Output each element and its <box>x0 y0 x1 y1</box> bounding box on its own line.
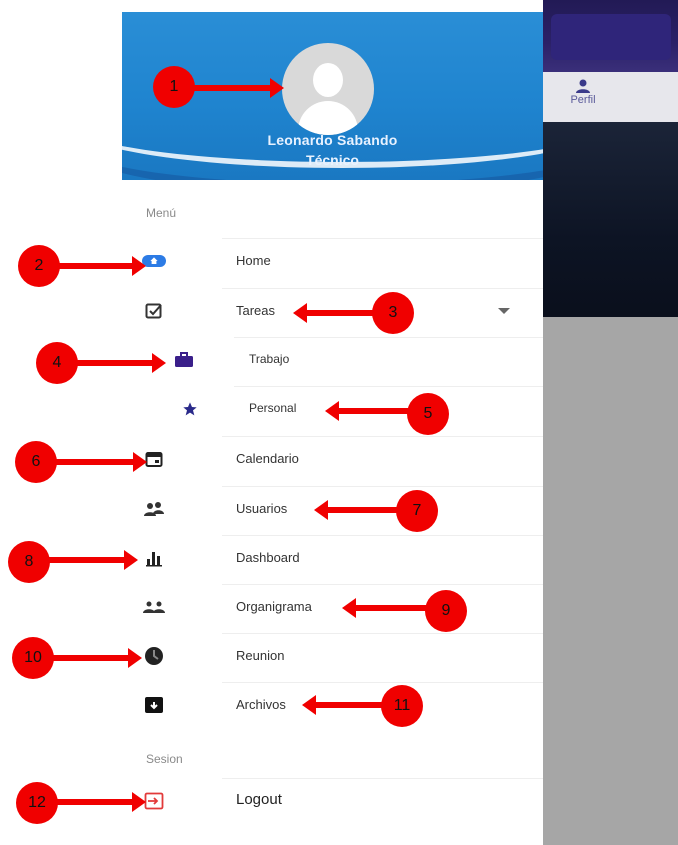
annotation-1: 1 <box>153 66 195 108</box>
navigation-drawer: Leonardo Sabando Técnico Menú Home Tarea… <box>122 0 543 845</box>
annotation-arrow-8 <box>46 550 138 570</box>
annotation-arrow-4 <box>74 353 166 373</box>
briefcase-icon <box>172 348 196 372</box>
app-tab-bar: Perfil <box>543 72 678 122</box>
tasks-check-icon <box>142 299 166 323</box>
annotation-6: 6 <box>15 441 57 483</box>
annotation-arrow-1 <box>190 78 284 98</box>
annotation-12: 12 <box>16 782 58 824</box>
menu-item-label: Tareas <box>236 303 276 318</box>
annotation-4: 4 <box>36 342 78 384</box>
menu-item-logout[interactable]: Logout <box>122 778 543 824</box>
tab-profile[interactable]: Perfil <box>543 76 623 106</box>
menu-item-label: Home <box>236 253 271 268</box>
person-icon <box>576 79 590 93</box>
avatar[interactable] <box>282 43 374 135</box>
annotation-arrow-3 <box>293 303 373 323</box>
annotation-arrow-12 <box>54 792 146 812</box>
annotation-9: 9 <box>425 590 467 632</box>
annotation-2: 2 <box>18 245 60 287</box>
clock-icon <box>142 644 166 668</box>
users-icon <box>142 497 166 521</box>
menu-item-dashboard[interactable]: Dashboard <box>122 535 543 581</box>
annotation-arrow-5 <box>325 401 409 421</box>
user-name: Leonardo Sabando <box>267 132 398 148</box>
annotation-10: 10 <box>12 637 54 679</box>
menu-item-organigrama[interactable]: Organigrama <box>122 584 543 630</box>
menu-item-label: Logout <box>236 791 282 808</box>
menu-item-label: Usuarios <box>236 501 288 516</box>
annotation-arrow-11 <box>302 695 382 715</box>
app-top-bar <box>543 0 678 72</box>
menu-item-label: Trabajo <box>249 352 290 366</box>
annotation-arrow-6 <box>53 452 147 472</box>
annotation-11: 11 <box>381 685 423 727</box>
group-icon <box>142 595 166 619</box>
menu-item-label: Personal <box>249 401 297 415</box>
menu-item-calendario[interactable]: Calendario <box>122 436 543 482</box>
bar-chart-icon <box>142 546 166 570</box>
menu-item-label: Organigrama <box>236 599 312 614</box>
annotation-arrow-10 <box>50 648 142 668</box>
archive-icon <box>142 693 166 717</box>
section-label-session: Sesion <box>146 752 183 766</box>
annotation-arrow-2 <box>56 256 146 276</box>
menu-item-label: Dashboard <box>236 550 300 565</box>
annotation-arrow-7 <box>314 500 398 520</box>
annotation-7: 7 <box>396 490 438 532</box>
app-hero-area <box>543 122 678 317</box>
annotation-5: 5 <box>407 393 449 435</box>
annotation-arrow-9 <box>342 598 426 618</box>
chevron-down-icon[interactable] <box>498 308 510 314</box>
section-label-menu: Menú <box>146 206 177 220</box>
annotation-3: 3 <box>372 292 414 334</box>
annotation-8: 8 <box>8 541 50 583</box>
user-role: Técnico <box>306 152 359 168</box>
tab-profile-label: Perfil <box>570 94 596 106</box>
menu-item-home[interactable]: Home <box>122 238 543 284</box>
menu-item-trabajo[interactable]: Trabajo <box>122 337 543 383</box>
menu-item-label: Reunion <box>236 648 285 663</box>
menu-item-label: Calendario <box>236 451 299 466</box>
menu-item-reunion[interactable]: Reunion <box>122 633 543 679</box>
star-icon <box>178 397 202 421</box>
menu-item-label: Archivos <box>236 697 286 712</box>
